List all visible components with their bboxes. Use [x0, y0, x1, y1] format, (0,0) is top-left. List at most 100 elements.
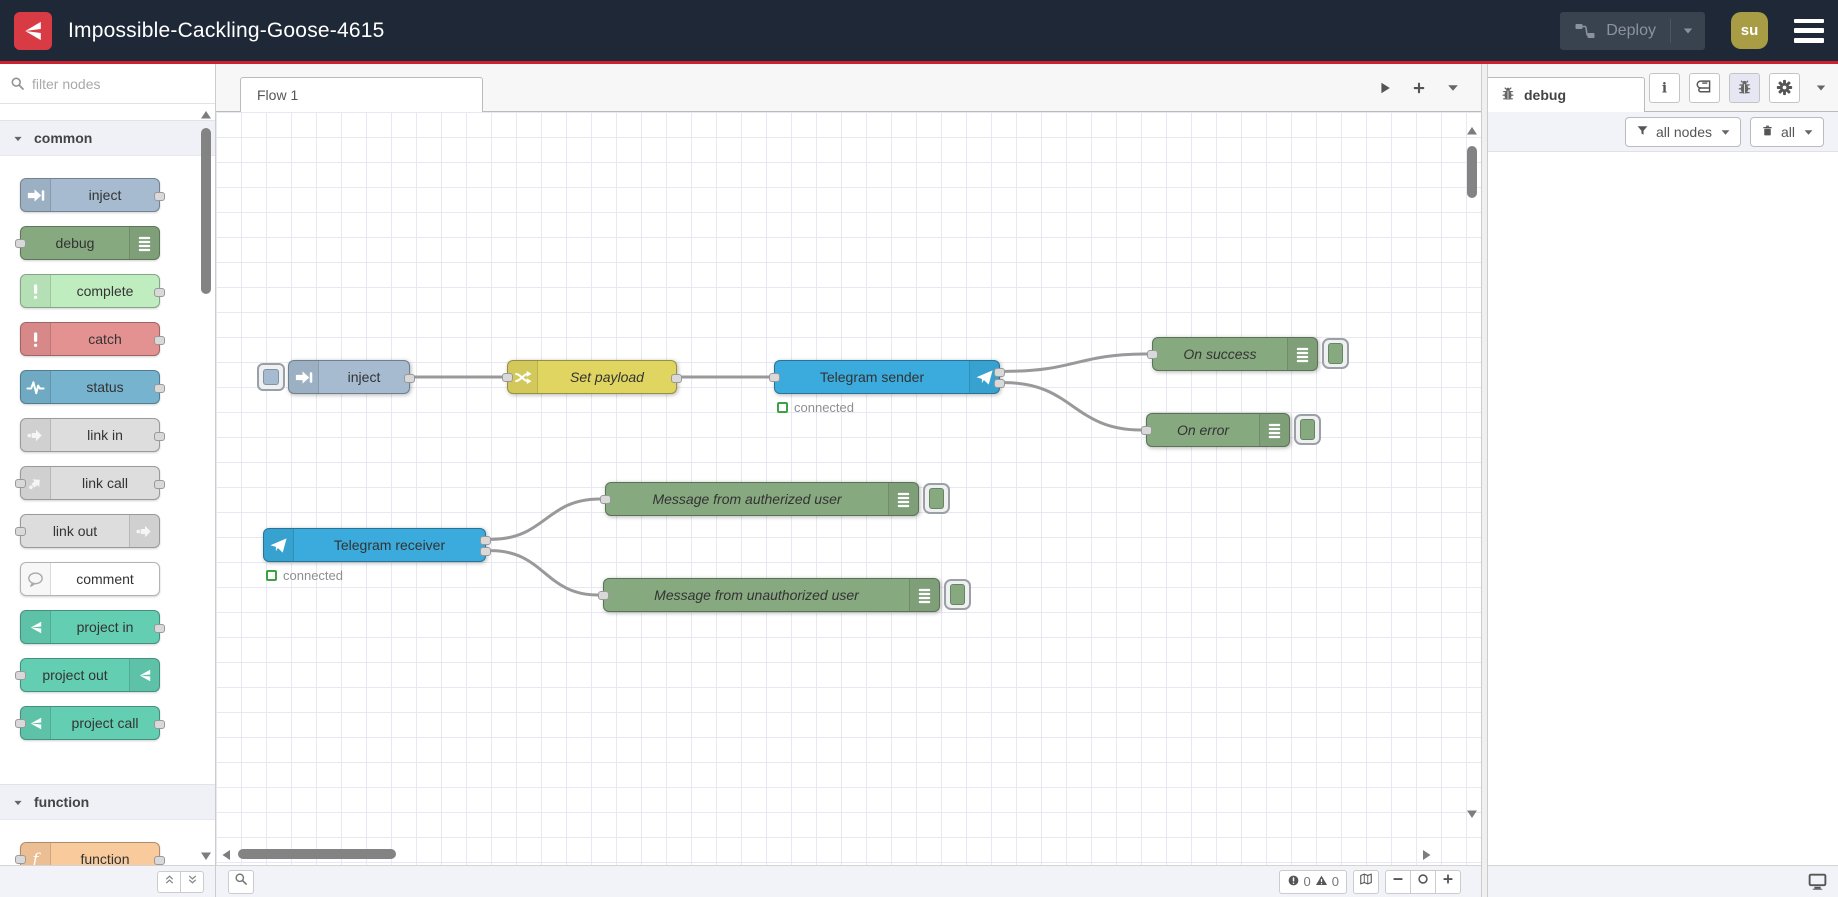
palette-node-catch[interactable]: catch — [20, 322, 165, 356]
node-output-port[interactable] — [154, 335, 165, 345]
node-output-port[interactable] — [154, 383, 165, 393]
flow-node-msgauth[interactable]: Message from autherized user — [600, 482, 919, 516]
node-input-port[interactable] — [1141, 426, 1152, 435]
node-output-port[interactable] — [480, 535, 491, 545]
node-output-port[interactable] — [994, 379, 1005, 389]
node-output-port[interactable] — [671, 373, 682, 383]
palette-node-link-call[interactable]: link call — [15, 466, 165, 500]
zoom-reset-button[interactable] — [1410, 869, 1436, 894]
expand-tabs-button[interactable] — [1377, 80, 1393, 96]
debug-toggle-button[interactable] — [923, 483, 950, 514]
node-input-port[interactable] — [15, 719, 26, 728]
node-output-port[interactable] — [154, 623, 165, 633]
notification-counts[interactable]: 0 0 — [1278, 869, 1347, 894]
node-input-port[interactable] — [502, 373, 513, 382]
user-avatar[interactable]: su — [1731, 12, 1768, 49]
palette-expand-all-button[interactable] — [180, 870, 204, 893]
node-output-port[interactable] — [154, 287, 165, 297]
deploy-options-chevron-icon[interactable] — [1681, 24, 1695, 38]
palette-scrollbar[interactable] — [200, 108, 212, 861]
palette-node-link-in[interactable]: link in — [20, 418, 165, 452]
sidebar-tab-button-debug[interactable] — [1729, 72, 1760, 103]
debug-toggle-button[interactable] — [1322, 338, 1349, 369]
palette-category-header[interactable]: common — [0, 120, 215, 156]
palette-node-project-out[interactable]: project out — [15, 658, 160, 692]
node-output-port[interactable] — [154, 431, 165, 441]
wire-sender-to-onsuccess[interactable] — [1003, 352, 1149, 373]
debug-clear-button[interactable]: all — [1749, 116, 1824, 147]
zoom-out-button[interactable] — [1385, 869, 1411, 894]
flow-canvas[interactable]: inject Set payload Telegram sender connecte… — [216, 112, 1481, 865]
palette-search-input[interactable] — [32, 75, 182, 92]
flow-node-onerror[interactable]: On error — [1141, 413, 1290, 447]
node-input-port[interactable] — [600, 495, 611, 504]
debug-toggle-button[interactable] — [1294, 414, 1321, 445]
inject-run-button[interactable] — [257, 363, 285, 391]
palette-node-inject[interactable]: inject — [20, 178, 165, 212]
canvas-scroll-left-icon[interactable] — [220, 848, 232, 860]
palette-scrollbar-thumb[interactable] — [201, 128, 211, 294]
node-input-port[interactable] — [598, 591, 609, 600]
palette-collapse-all-button[interactable] — [157, 870, 181, 893]
sidebar-tab-button-info[interactable]: i — [1649, 72, 1680, 103]
palette-node-project-call[interactable]: project call — [15, 706, 165, 740]
node-output-port[interactable] — [994, 367, 1005, 377]
canvas-scroll-right-icon[interactable] — [1421, 848, 1433, 860]
sidebar-tab-button-config[interactable] — [1769, 72, 1800, 103]
canvas-scroll-up-icon[interactable] — [1466, 124, 1478, 136]
sidebar-splitter[interactable] — [1481, 64, 1488, 897]
palette-node-debug[interactable]: debug — [15, 226, 160, 260]
zoom-in-button[interactable] — [1435, 869, 1461, 894]
node-input-port[interactable] — [15, 479, 26, 488]
canvas-scroll-down-icon[interactable] — [1466, 807, 1478, 819]
node-output-port[interactable] — [154, 719, 165, 729]
palette-node-link-out[interactable]: link out — [15, 514, 160, 548]
canvas-search-button[interactable] — [228, 869, 254, 894]
add-flow-button[interactable] — [1411, 80, 1427, 96]
debug-toggle-button[interactable] — [944, 579, 971, 610]
main-menu-button[interactable] — [1794, 18, 1824, 43]
palette-node-function[interactable]: f function — [15, 842, 165, 865]
canvas-hscrollbar-thumb[interactable] — [238, 849, 396, 859]
node-input-port[interactable] — [15, 855, 26, 864]
node-input-port[interactable] — [15, 527, 26, 536]
node-output-port[interactable] — [404, 373, 415, 383]
flow-node-receiver[interactable]: Telegram receiver — [263, 528, 491, 562]
node-output-port[interactable] — [154, 855, 165, 865]
node-output-port[interactable] — [154, 191, 165, 201]
palette-node-complete[interactable]: complete — [20, 274, 165, 308]
canvas-hscrollbar[interactable] — [216, 847, 1461, 861]
sidebar-tab-button-help[interactable] — [1689, 72, 1720, 103]
flow-node-sender[interactable]: Telegram sender — [769, 360, 1005, 394]
canvas-vscrollbar[interactable] — [1465, 112, 1479, 843]
node-input-port[interactable] — [15, 239, 26, 248]
node-input-port[interactable] — [15, 671, 26, 680]
sidebar-menu-chevron[interactable] — [1814, 81, 1828, 95]
tab-debug[interactable]: debug — [1488, 77, 1645, 112]
node-input-port[interactable] — [769, 373, 780, 382]
node-output-port[interactable] — [480, 547, 491, 557]
event-log-button[interactable] — [1807, 871, 1828, 892]
wire-receiver-to-msgunauth[interactable] — [489, 549, 600, 597]
palette-node-project-in[interactable]: project in — [20, 610, 165, 644]
canvas-vscrollbar-thumb[interactable] — [1467, 146, 1477, 198]
deploy-button[interactable]: Deploy — [1560, 11, 1705, 50]
palette-search[interactable] — [0, 64, 215, 104]
flow-node-inject[interactable]: inject — [288, 360, 415, 394]
wire-receiver-to-msgauth[interactable] — [489, 497, 602, 541]
node-input-port[interactable] — [1147, 350, 1158, 359]
flow-node-setpayload[interactable]: Set payload — [502, 360, 682, 394]
wire-sender-to-onerror[interactable] — [1003, 381, 1143, 432]
flow-list-chevron-button[interactable] — [1445, 80, 1461, 96]
scroll-up-icon[interactable] — [200, 108, 212, 120]
navigator-button[interactable] — [1353, 869, 1379, 894]
palette-category-header[interactable]: function — [0, 784, 215, 820]
flow-node-msgunauth[interactable]: Message from unauthorized user — [598, 578, 940, 612]
node-output-port[interactable] — [154, 479, 165, 489]
scroll-down-icon[interactable] — [200, 849, 212, 861]
palette-node-status[interactable]: status — [20, 370, 165, 404]
debug-filter-button[interactable]: all nodes — [1624, 116, 1741, 147]
tab-flow-1[interactable]: Flow 1 — [240, 77, 483, 112]
palette-node-comment[interactable]: comment — [20, 562, 160, 596]
flow-node-onsuccess[interactable]: On success — [1147, 337, 1318, 371]
